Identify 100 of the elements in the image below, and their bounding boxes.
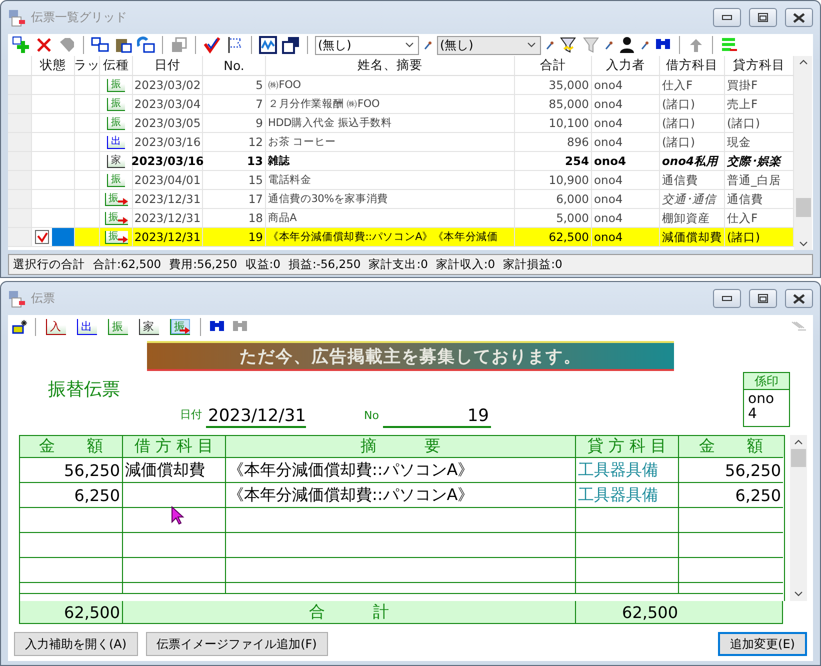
- filter-icon[interactable]: [559, 36, 577, 54]
- table-cell[interactable]: [20, 533, 123, 558]
- windows-icon[interactable]: [91, 36, 109, 54]
- action-button[interactable]: 追加変更(E): [718, 632, 807, 656]
- voucher-type-badge: 振: [104, 192, 128, 206]
- person-icon[interactable]: [618, 36, 636, 54]
- check-icon[interactable]: [203, 36, 221, 54]
- table-cell: 2023/04/01: [133, 171, 203, 190]
- table-cell[interactable]: [123, 558, 226, 584]
- chart-icon[interactable]: [259, 36, 277, 54]
- pen-icon[interactable]: [546, 40, 554, 50]
- table-cell: 10,100: [515, 114, 592, 133]
- maximize-button[interactable]: [749, 8, 777, 27]
- close-button[interactable]: [785, 8, 813, 27]
- table-cell[interactable]: [123, 583, 226, 594]
- chevron-down-icon: [527, 42, 536, 48]
- date-field[interactable]: 2023/12/31: [206, 407, 306, 428]
- column-header[interactable]: 借方科目: [660, 56, 725, 76]
- scrollbar-thumb[interactable]: [796, 198, 810, 217]
- column-header[interactable]: 伝種: [100, 56, 133, 76]
- column-header[interactable]: 入力者: [592, 56, 660, 76]
- table-cell[interactable]: 《本年分減価償却費::パソコンA》: [226, 483, 576, 508]
- table-row[interactable]: 振 2023/04/01 15 電話料金 10,900 ono4 通信費 普通_白居: [8, 171, 794, 190]
- voucher-type-button[interactable]: 入: [46, 319, 66, 336]
- filter-dropdown[interactable]: (無し): [437, 36, 541, 54]
- ad-banner[interactable]: ただ今、広告掲載主を募集しております。: [147, 342, 674, 370]
- table-cell[interactable]: 工具器具備: [576, 483, 679, 508]
- status-text: 家計損益:0: [503, 257, 562, 272]
- table-cell[interactable]: [226, 558, 576, 584]
- clipboard-icon[interactable]: [114, 36, 132, 54]
- column-header[interactable]: No.: [203, 56, 266, 76]
- table-cell[interactable]: 56,250: [20, 458, 123, 484]
- table-cell[interactable]: 6,250: [679, 483, 783, 508]
- focus-cell[interactable]: [52, 228, 74, 246]
- windows-icon[interactable]: [282, 36, 300, 54]
- scrollbar[interactable]: [794, 56, 812, 250]
- filter-dropdown[interactable]: (無し): [315, 36, 419, 54]
- table-cell: ono4: [592, 152, 660, 171]
- column-header[interactable]: 状態: [32, 56, 75, 76]
- table-cell[interactable]: [20, 558, 123, 584]
- scrollbar[interactable]: [790, 435, 807, 602]
- maximize-button[interactable]: [749, 289, 777, 308]
- action-button[interactable]: 伝票イメージファイル追加(F): [146, 632, 328, 656]
- table-row[interactable]: 振 2023/12/31 19 《本年分減価償却費::パソコンA》《本年分減価 62,500 ono4 減価償却費 (諸口): [8, 228, 794, 247]
- column-header[interactable]: ラッ: [75, 56, 100, 76]
- table-cell: [75, 152, 100, 171]
- flag-icon[interactable]: [226, 36, 244, 54]
- table-row[interactable]: 家 2023/03/16 13 雑誌 254 ono4 ono4私用 交際･娯楽: [8, 152, 794, 171]
- close-button[interactable]: [785, 289, 813, 308]
- table-row[interactable]: 振 2023/03/04 7 ２月分作業報酬 ㈱FOO 85,000 ono4 (諸口) 売上F: [8, 95, 794, 114]
- pen-icon[interactable]: [424, 40, 432, 50]
- table-cell: 896: [515, 133, 592, 152]
- table-cell: 17: [203, 190, 266, 209]
- column-header[interactable]: 姓名、摘要: [266, 56, 515, 76]
- voucher-type-button[interactable]: 家: [139, 319, 159, 336]
- minimize-button[interactable]: [713, 8, 741, 27]
- table-cell: 7: [203, 95, 266, 114]
- table-cell[interactable]: 《本年分減価償却費::パソコンA》: [226, 458, 576, 484]
- action-button[interactable]: 入力補助を開く(A): [14, 632, 138, 656]
- column-header[interactable]: 貸方科目: [725, 56, 794, 76]
- table-row[interactable]: 振 2023/03/02 5 ㈱FOO 35,000 ono4 仕入F 買掛F: [8, 76, 794, 95]
- minimize-button[interactable]: [713, 289, 741, 308]
- table-cell[interactable]: [20, 583, 123, 594]
- voucher-type-button[interactable]: 振: [108, 319, 128, 336]
- window-icon[interactable]: [137, 36, 155, 54]
- add-icon[interactable]: [12, 36, 30, 54]
- table-cell[interactable]: [123, 483, 226, 508]
- new-icon[interactable]: [12, 319, 28, 336]
- pen-icon[interactable]: [605, 40, 613, 50]
- status-text: 家計収入:0: [436, 257, 496, 272]
- table-cell[interactable]: [576, 558, 679, 584]
- table-cell[interactable]: [226, 533, 576, 558]
- table-cell: [32, 152, 75, 171]
- pen-icon[interactable]: [641, 40, 649, 50]
- table-cell[interactable]: 56,250: [679, 458, 783, 484]
- corner-cell[interactable]: [8, 56, 32, 76]
- table-cell: 仕入F: [660, 76, 725, 95]
- grid-arrow-icon[interactable]: [720, 36, 738, 54]
- scrollbar-thumb[interactable]: [791, 449, 806, 468]
- table-cell[interactable]: [576, 533, 679, 558]
- number-field[interactable]: 19: [382, 407, 491, 428]
- table-row[interactable]: 振 2023/12/31 17 通信費の30%を家事消費 6,000 ono4 交通･通信 通信費: [8, 190, 794, 209]
- table-cell[interactable]: 6,250: [20, 483, 123, 508]
- table-cell[interactable]: [576, 583, 679, 594]
- table-cell[interactable]: [226, 508, 576, 534]
- table-cell[interactable]: [226, 583, 576, 594]
- table-cell[interactable]: [123, 533, 226, 558]
- table-cell[interactable]: [576, 508, 679, 534]
- table-cell[interactable]: 減価償却費: [123, 458, 226, 484]
- column-header[interactable]: 合計: [515, 56, 592, 76]
- table-cell: 12: [203, 133, 266, 152]
- table-cell: 通信費の30%を家事消費: [266, 190, 515, 209]
- voucher-type-button[interactable]: 出: [77, 319, 97, 336]
- table-row[interactable]: 出 2023/03/16 12 お茶 コーヒー 896 ono4 (諸口) 現金: [8, 133, 794, 152]
- table-row[interactable]: 振 2023/03/05 9 HDD購入代金 振込手数料 10,100 ono4 (諸口) (諸口): [8, 114, 794, 133]
- column-header[interactable]: 日付: [133, 56, 203, 76]
- check-icon: [35, 230, 49, 244]
- delete-icon[interactable]: [35, 36, 53, 54]
- table-cell[interactable]: [20, 508, 123, 534]
- table-cell[interactable]: 工具器具備: [576, 458, 679, 484]
